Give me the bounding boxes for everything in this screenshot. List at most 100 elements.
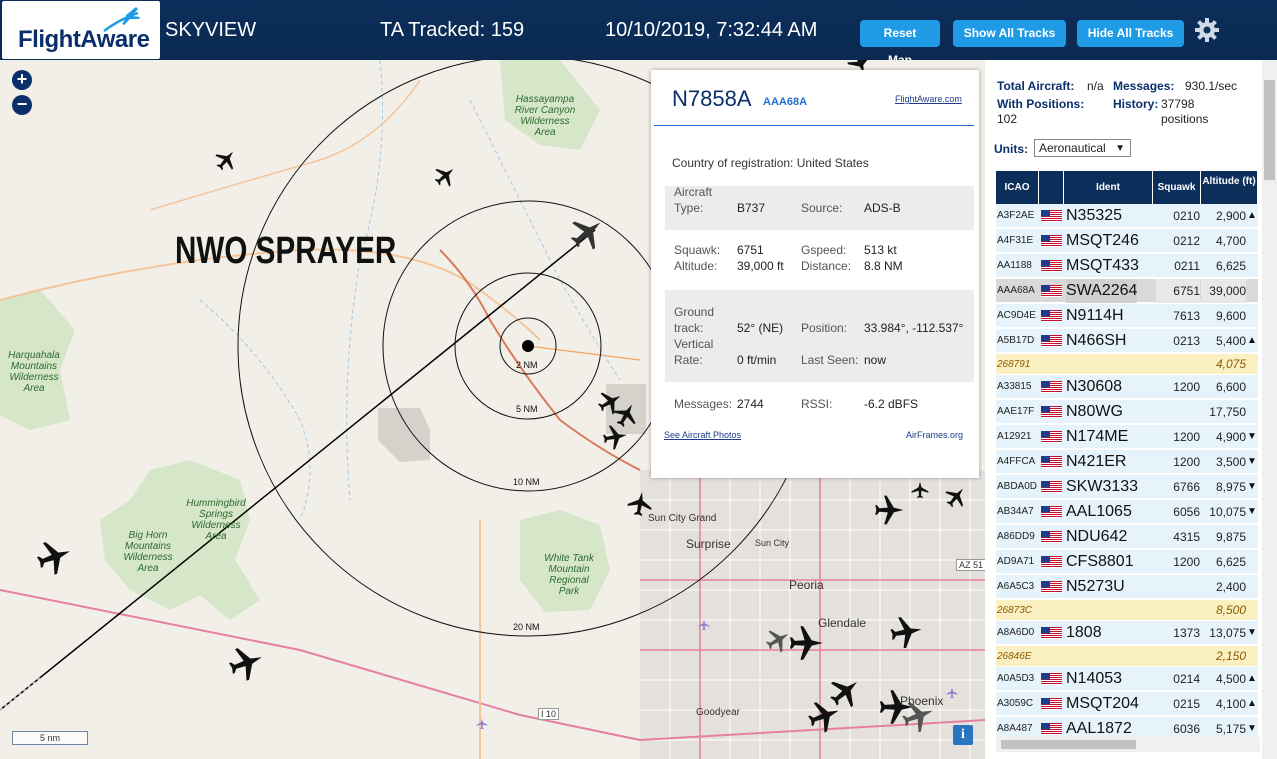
city-label: Glendale [818, 616, 867, 630]
table-row[interactable]: AA1188 MSQT433 0211 6,625 [996, 254, 1258, 278]
icao-cell: A4FFCA [997, 456, 1036, 467]
region-label: Harquahala Mountains Wilderness Area [8, 350, 60, 394]
us-flag-icon [1041, 723, 1062, 735]
units-select[interactable]: Aeronautical ▼ [1034, 139, 1131, 157]
table-row[interactable]: A6A5C3 N5273U 2,400 [996, 575, 1258, 599]
squawk-cell: 6766 [1173, 480, 1200, 494]
squawk-cell: 0212 [1173, 234, 1200, 248]
region-label: White Tank Mountain Regional Park [544, 553, 594, 597]
icao-cell: A12921 [997, 431, 1032, 442]
column-header-icao[interactable]: ICAO [996, 171, 1039, 204]
column-header-flag[interactable] [1039, 171, 1064, 204]
horizontal-scroll-thumb[interactable] [1001, 740, 1136, 749]
altitude-label: Altitude: [674, 259, 718, 273]
table-row[interactable]: A86DD9 NDU642 4315 9,875 [996, 525, 1258, 549]
ident-cell: N174ME [1066, 428, 1129, 445]
table-row[interactable]: AAA68A SWA2264 6751 39,000 [996, 279, 1258, 303]
table-row[interactable]: AB34A7 AAL1065 6056 10,075 ▼ [996, 500, 1258, 524]
vertical-scroll-thumb[interactable] [1264, 80, 1275, 180]
us-flag-icon [1041, 285, 1062, 297]
ident-cell: N5273U [1066, 578, 1125, 595]
squawk-cell: 0214 [1173, 672, 1200, 686]
city-label: Goodyear [696, 707, 740, 718]
altitude-cell: 9,875 [1215, 530, 1246, 544]
table-row[interactable]: A33815 N30608 1200 6,600 [996, 375, 1258, 399]
icao-cell: A33815 [997, 381, 1032, 392]
total-aircraft-label: Total Aircraft: [997, 79, 1075, 93]
squawk-cell: 6751 [1156, 279, 1200, 303]
table-row[interactable]: A12921 N174ME 1200 4,900 ▼ [996, 425, 1258, 449]
reset-map-button[interactable]: Reset Map [860, 20, 940, 67]
table-row[interactable]: A3F2AE N35325 0210 2,900 ▲ [996, 204, 1258, 228]
units-value: Aeronautical [1039, 141, 1106, 155]
aircraft-photos-link[interactable]: See Aircraft Photos [664, 430, 741, 440]
detail-block: Messages: 2744 RSSI: -6.2 dBFS [665, 396, 974, 416]
source-value: ADS-B [864, 201, 901, 215]
column-header-altitude[interactable]: Altitude (ft) [1201, 171, 1258, 204]
squawk-cell: 0211 [1174, 259, 1200, 273]
table-row[interactable]: A4FFCA N421ER 1200 3,500 ▼ [996, 450, 1258, 474]
airframes-link[interactable]: AirFrames.org [906, 430, 963, 440]
hide-all-tracks-button[interactable]: Hide All Tracks [1077, 20, 1184, 47]
tracked-count: TA Tracked: 159 [380, 19, 525, 41]
rssi-label: RSSI: [801, 397, 833, 411]
info-icon[interactable]: i [953, 725, 973, 745]
squawk-cell: 4315 [1173, 530, 1200, 544]
messages-value: 930.1/sec [1185, 79, 1238, 93]
icao-cell: AD9A71 [997, 556, 1035, 567]
icao-cell: A3F2AE [997, 210, 1035, 221]
scale-bar: 5 nm [12, 731, 88, 745]
squawk-cell: 1373 [1173, 626, 1200, 640]
ident-cell: N421ER [1066, 453, 1127, 470]
altitude-cell: 9,600 [1215, 309, 1246, 323]
table-row[interactable]: A3059C MSQT204 0215 4,100 ▲ [996, 692, 1258, 716]
city-label: Sun City [755, 538, 790, 548]
table-row[interactable]: 26873C 8,500 [996, 600, 1258, 621]
zoom-in-button[interactable]: + [12, 70, 32, 90]
table-row[interactable]: A5B17D N466SH 0213 5,400 ▲ [996, 329, 1258, 353]
table-row[interactable]: A0A5D3 N14053 0214 4,500 ▲ [996, 667, 1258, 691]
ident-cell: N80WG [1066, 403, 1123, 420]
aircraft-icao[interactable]: AAA68A [763, 96, 807, 108]
column-header-squawk[interactable]: Squawk [1153, 171, 1201, 204]
region-label: Big Horn Mountains Wilderness Area [123, 530, 173, 574]
aircraft-registration: N7858A [672, 86, 752, 111]
us-flag-icon [1041, 531, 1062, 543]
ident-cell: N466SH [1066, 332, 1127, 349]
altitude-cell: 4,900 [1215, 430, 1246, 444]
altitude-cell: 6,600 [1215, 380, 1246, 394]
us-flag-icon [1041, 406, 1062, 418]
us-flag-icon [1041, 481, 1062, 493]
table-row[interactable]: 268791 4,075 [996, 354, 1258, 375]
with-positions-label: With Positions: [997, 97, 1085, 111]
ident-cell: N35325 [1066, 207, 1123, 224]
us-flag-icon [1041, 581, 1062, 593]
altitude-trend-icon: ▲ [1247, 210, 1257, 221]
flightaware-link[interactable]: FlightAware.com [895, 94, 962, 104]
icao-cell: A5B17D [997, 335, 1035, 346]
table-row[interactable]: ABDA0D SKW3133 6766 8,975 ▼ [996, 475, 1258, 499]
table-row[interactable]: A4F31E MSQT246 0212 4,700 [996, 229, 1258, 253]
column-header-ident[interactable]: Ident [1064, 171, 1153, 204]
ident-cell: 1808 [1066, 624, 1102, 641]
flightaware-logo[interactable]: FlightAware [2, 1, 160, 59]
table-row[interactable]: AAE17F N80WG 17,750 [996, 400, 1258, 424]
altitude-cell: 8,975 [1215, 480, 1246, 494]
squawk-cell: 6056 [1173, 505, 1200, 519]
country-value: United States [796, 156, 869, 170]
altitude-cell: 3,500 [1215, 455, 1246, 469]
table-row[interactable]: AD9A71 CFS8801 1200 6,625 [996, 550, 1258, 574]
table-row[interactable]: AC9D4E N9114H 7613 9,600 [996, 304, 1258, 328]
altitude-cell: 13,075 [1209, 626, 1246, 640]
region-label: Hummingbird Springs Wilderness Area [186, 498, 246, 542]
aircraft-type-value: B737 [737, 201, 766, 215]
table-row[interactable]: 26846E 2,150 [996, 646, 1258, 667]
table-row[interactable]: A8A6D0 1808 1373 13,075 ▼ [996, 621, 1258, 645]
us-flag-icon [1041, 310, 1062, 322]
ident-cell: CFS8801 [1066, 553, 1134, 570]
show-all-tracks-button[interactable]: Show All Tracks [953, 20, 1066, 47]
gear-icon[interactable] [1194, 17, 1220, 43]
zoom-out-button[interactable]: − [12, 95, 32, 115]
icao-cell: 268791 [997, 359, 1031, 370]
aircraft-sidebar: Total Aircraft: n/a Messages: 930.1/sec … [985, 60, 1277, 759]
